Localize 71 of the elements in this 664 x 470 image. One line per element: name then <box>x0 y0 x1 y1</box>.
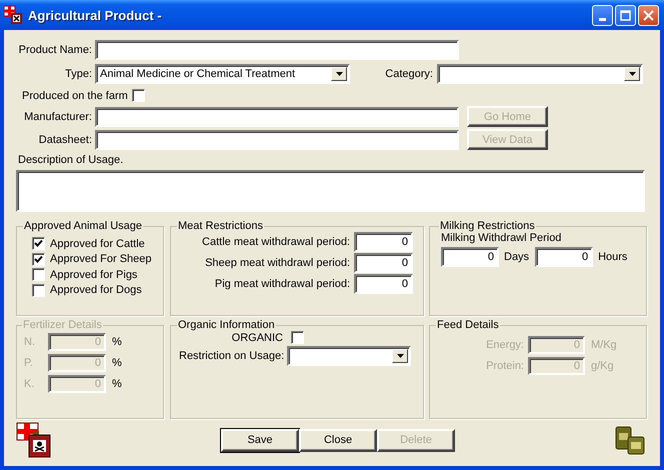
field-label: Protein: <box>485 360 524 372</box>
group-title: Approved Animal Usage <box>24 220 142 232</box>
group-title: Meat Restrictions <box>178 220 263 232</box>
checkbox[interactable] <box>132 89 145 102</box>
maximize-button[interactable] <box>615 4 636 26</box>
field-label: Category: <box>384 68 433 80</box>
dropdown-field[interactable]: Animal Medicine or Chemical Treatment <box>95 64 350 84</box>
checkbox-label[interactable]: Approved For Sheep <box>50 253 152 266</box>
caret-icon <box>628 72 636 76</box>
feed-sacks-drawing <box>614 425 646 455</box>
dropdown-arrow-button[interactable] <box>331 67 347 81</box>
caret-icon <box>396 354 404 358</box>
unit-label: % <box>112 356 122 368</box>
dropdown-field[interactable] <box>437 64 643 84</box>
minimize-button[interactable] <box>592 4 613 26</box>
field-label: Type: <box>64 68 92 80</box>
unit-label: Hours <box>598 251 628 263</box>
caret-icon <box>336 72 342 76</box>
minimize-icon <box>599 18 606 20</box>
button[interactable]: Close <box>299 428 377 452</box>
text-field[interactable]: 0 <box>441 247 499 267</box>
app-icon <box>4 5 24 25</box>
checkbox[interactable] <box>32 237 45 250</box>
field-label: Manufacturer: <box>23 110 92 122</box>
text-area[interactable] <box>16 170 645 212</box>
checkbox[interactable] <box>32 252 45 266</box>
group-title: Fertilizer Details <box>23 319 102 331</box>
field-label: Product Name: <box>18 44 92 56</box>
text-field[interactable] <box>95 130 459 150</box>
field-label: Restriction on Usage: <box>179 350 284 362</box>
field-label: N. <box>24 336 36 348</box>
field-label: Sheep meat withdrawl period: <box>205 257 350 269</box>
group-title: Feed Details <box>437 319 499 331</box>
close-icon <box>642 8 655 22</box>
text-field[interactable]: 0 <box>354 232 413 252</box>
close-button[interactable] <box>638 4 659 26</box>
unit-label: M/Kg <box>591 338 617 350</box>
unit-label: g/Kg <box>591 360 614 372</box>
dropdown-arrow-button[interactable] <box>392 349 408 363</box>
text-field[interactable]: 0 <box>535 247 594 267</box>
text-field[interactable] <box>95 40 459 60</box>
unit-label: % <box>112 336 122 348</box>
checkbox-label[interactable]: Approved for Pigs <box>50 268 138 281</box>
checkbox-label[interactable]: Approved for Cattle <box>50 238 145 250</box>
checkbox[interactable] <box>32 268 45 282</box>
field-label: Milking Withdrawl Period <box>441 232 562 244</box>
field-label: P. <box>24 356 34 368</box>
window-title: Agricultural Product - <box>28 8 163 22</box>
checkbox[interactable] <box>291 331 304 344</box>
button[interactable]: Save <box>221 428 299 452</box>
text-field[interactable]: 0 <box>354 274 413 294</box>
field-label: Cattle meat withdrawal period: <box>202 236 350 248</box>
checkbox-label[interactable]: ORGANIC <box>221 332 283 344</box>
text-field[interactable] <box>95 106 459 126</box>
medicine-drawing <box>16 422 53 458</box>
maximize-icon <box>619 8 632 22</box>
dropdown-arrow-button[interactable] <box>624 67 640 81</box>
dropdown-field[interactable] <box>287 346 412 366</box>
group-title: Milking Restrictions <box>440 220 535 232</box>
group-title: Organic Information <box>178 319 275 331</box>
field-label: Energy: <box>485 338 524 350</box>
field-label: Description of Usage. <box>18 154 124 166</box>
unit-label: % <box>112 378 122 390</box>
field-label: K. <box>24 378 36 390</box>
checkbox-label[interactable]: Produced on the farm <box>22 90 128 102</box>
field-label: Pig meat withdrawal period: <box>214 278 350 290</box>
text-field[interactable]: 0 <box>354 253 413 273</box>
checkbox[interactable] <box>32 284 45 297</box>
field-label: Datasheet: <box>38 134 92 146</box>
unit-label: Days <box>504 251 530 263</box>
checkbox-label[interactable]: Approved for Dogs <box>50 284 142 296</box>
